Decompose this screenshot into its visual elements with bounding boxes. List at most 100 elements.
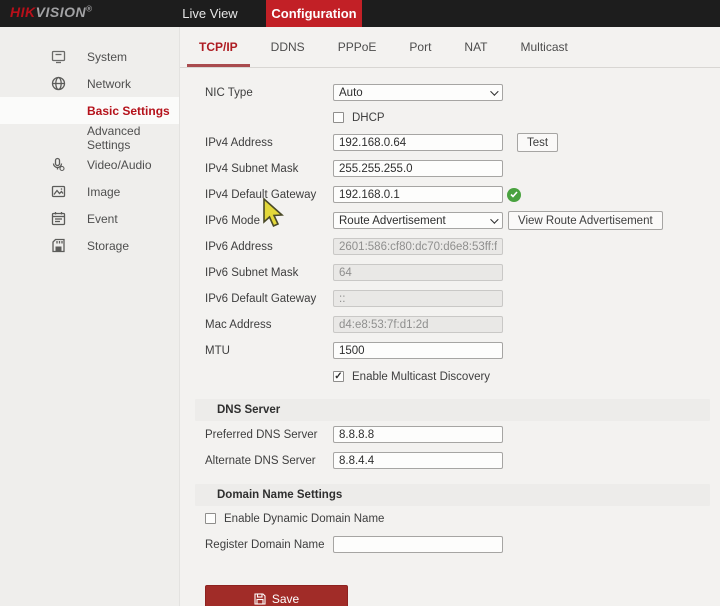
nic-type-select[interactable]: Auto: [333, 84, 503, 101]
nic-type-value: Auto: [339, 87, 363, 99]
dhcp-row: DHCP: [205, 111, 720, 124]
test-button[interactable]: Test: [517, 133, 558, 152]
tab-tcpip[interactable]: TCP/IP: [196, 27, 241, 67]
ipv6-gateway-label: IPv6 Default Gateway: [205, 293, 333, 305]
valid-check-icon: [507, 188, 521, 202]
sidebar-item-system[interactable]: System: [0, 43, 179, 70]
system-icon: [50, 49, 66, 65]
tcpip-form: NIC Type Auto DHCP IPv4 Address Test IPv…: [180, 68, 720, 606]
ipv6-subnet-row: IPv6 Subnet Mask: [205, 264, 720, 281]
logo-suffix: VISION: [36, 4, 86, 20]
hikvision-logo: HIKVISION®: [10, 4, 93, 20]
ipv4-address-row: IPv4 Address Test: [205, 134, 720, 151]
nav-live-view[interactable]: Live View: [170, 0, 250, 27]
settings-tab-bar: TCP/IP DDNS PPPoE Port NAT Multicast: [180, 27, 720, 68]
domain-name-settings-section-header: Domain Name Settings: [195, 484, 710, 506]
sidebar-item-label: Image: [87, 185, 120, 199]
ipv4-address-input[interactable]: [333, 134, 503, 151]
tab-ddns[interactable]: DDNS: [268, 27, 308, 67]
domain-name-settings-section-title: Domain Name Settings: [217, 489, 342, 501]
alternate-dns-label: Alternate DNS Server: [205, 455, 333, 467]
logo-reg-mark: ®: [86, 4, 92, 13]
tab-nat[interactable]: NAT: [461, 27, 490, 67]
ipv6-mode-value: Route Advertisement: [339, 215, 446, 227]
ipv6-mode-select[interactable]: Route Advertisement: [333, 212, 503, 229]
dynamic-domain-label: Enable Dynamic Domain Name: [224, 513, 384, 525]
multicast-discovery-checkbox[interactable]: ✓: [333, 371, 344, 382]
sidebar-item-network[interactable]: Network: [0, 70, 179, 97]
mtu-input[interactable]: [333, 342, 503, 359]
event-icon: [50, 211, 66, 227]
ipv6-address-label: IPv6 Address: [205, 241, 333, 253]
preferred-dns-label: Preferred DNS Server: [205, 429, 333, 441]
alternate-dns-row: Alternate DNS Server: [205, 452, 720, 469]
ipv4-address-label: IPv4 Address: [205, 137, 333, 149]
sidebar-item-label: Basic Settings: [87, 104, 170, 118]
ipv4-subnet-row: IPv4 Subnet Mask: [205, 160, 720, 177]
register-domain-label: Register Domain Name: [205, 539, 333, 551]
ipv4-subnet-label: IPv4 Subnet Mask: [205, 163, 333, 175]
chevron-down-icon: [490, 87, 498, 95]
image-icon: [50, 184, 66, 200]
ipv6-address-input: [333, 238, 503, 255]
mac-address-label: Mac Address: [205, 319, 333, 331]
sidebar-item-advanced-settings[interactable]: Advanced Settings: [0, 124, 179, 151]
dns-server-section-title: DNS Server: [217, 404, 280, 416]
preferred-dns-input[interactable]: [333, 426, 503, 443]
sidebar-item-label: System: [87, 50, 127, 64]
sidebar-item-label: Network: [87, 77, 131, 91]
save-button[interactable]: Save: [205, 585, 348, 606]
ipv6-mode-row: IPv6 Mode Route Advertisement View Route…: [205, 212, 720, 229]
sidebar-item-label: Video/Audio: [87, 158, 152, 172]
save-button-label: Save: [272, 592, 299, 606]
network-icon: [50, 76, 66, 92]
ipv4-gateway-row: IPv4 Default Gateway: [205, 186, 720, 203]
nav-configuration[interactable]: Configuration: [266, 0, 362, 27]
top-bar: HIKVISION® Live View Configuration: [0, 0, 720, 27]
ipv4-gateway-input[interactable]: [333, 186, 503, 203]
nic-type-label: NIC Type: [205, 87, 333, 99]
ipv6-address-row: IPv6 Address: [205, 238, 720, 255]
main-content: TCP/IP DDNS PPPoE Port NAT Multicast NIC…: [180, 27, 720, 606]
dynamic-domain-row: Enable Dynamic Domain Name: [205, 512, 720, 525]
tab-port[interactable]: Port: [406, 27, 434, 67]
multicast-discovery-row: ✓ Enable Multicast Discovery: [205, 370, 720, 383]
save-icon: [254, 593, 266, 605]
sidebar: System Network Basic Settings Advanced S…: [0, 27, 180, 606]
ipv6-gateway-row: IPv6 Default Gateway: [205, 290, 720, 307]
mac-address-input: [333, 316, 503, 333]
ipv6-subnet-label: IPv6 Subnet Mask: [205, 267, 333, 279]
storage-icon: [50, 238, 66, 254]
ipv4-subnet-input[interactable]: [333, 160, 503, 177]
dhcp-checkbox[interactable]: [333, 112, 344, 123]
ipv4-gateway-label: IPv4 Default Gateway: [205, 189, 333, 201]
register-domain-input[interactable]: [333, 536, 503, 553]
dynamic-domain-checkbox[interactable]: [205, 513, 216, 524]
sidebar-item-event[interactable]: Event: [0, 205, 179, 232]
nic-type-row: NIC Type Auto: [205, 84, 720, 101]
sidebar-item-basic-settings[interactable]: Basic Settings: [0, 97, 179, 124]
sidebar-item-storage[interactable]: Storage: [0, 232, 179, 259]
dhcp-label: DHCP: [352, 112, 385, 124]
ipv6-subnet-input: [333, 264, 503, 281]
sidebar-item-label: Event: [87, 212, 118, 226]
sidebar-item-image[interactable]: Image: [0, 178, 179, 205]
sidebar-item-label: Storage: [87, 239, 129, 253]
ipv6-mode-label: IPv6 Mode: [205, 215, 333, 227]
view-route-advertisement-button[interactable]: View Route Advertisement: [508, 211, 663, 230]
mtu-label: MTU: [205, 345, 333, 357]
tab-multicast[interactable]: Multicast: [518, 27, 571, 67]
video-audio-icon: [50, 157, 66, 173]
alternate-dns-input[interactable]: [333, 452, 503, 469]
multicast-discovery-label: Enable Multicast Discovery: [352, 371, 490, 383]
dns-server-section-header: DNS Server: [195, 399, 710, 421]
register-domain-row: Register Domain Name: [205, 536, 720, 553]
preferred-dns-row: Preferred DNS Server: [205, 426, 720, 443]
sidebar-item-video-audio[interactable]: Video/Audio: [0, 151, 179, 178]
logo-prefix: HIK: [10, 4, 36, 20]
tab-pppoe[interactable]: PPPoE: [335, 27, 380, 67]
mac-address-row: Mac Address: [205, 316, 720, 333]
sidebar-item-label: Advanced Settings: [87, 124, 179, 152]
ipv6-gateway-input: [333, 290, 503, 307]
chevron-down-icon: [490, 215, 498, 223]
